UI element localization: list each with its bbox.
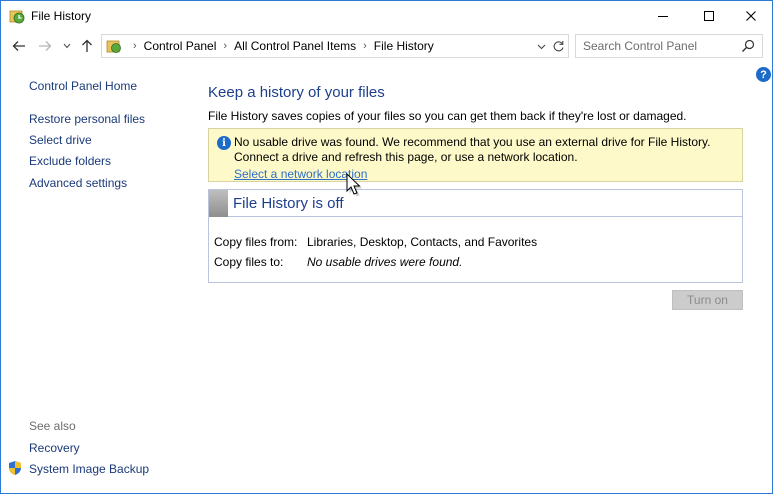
navigation-bar: › Control Panel › All Control Panel Item…	[1, 32, 772, 60]
sidebar-item-select-drive[interactable]: Select drive	[29, 133, 92, 147]
see-also-heading: See also	[29, 419, 76, 433]
breadcrumb-separator-icon: ›	[363, 40, 367, 52]
breadcrumb-separator-icon: ›	[133, 40, 137, 52]
close-button[interactable]	[729, 1, 772, 31]
breadcrumb-control-panel[interactable]: Control Panel	[144, 39, 217, 53]
address-dropdown-button[interactable]	[534, 39, 548, 55]
control-panel-icon	[106, 40, 121, 53]
minimize-icon	[658, 16, 668, 17]
refresh-button[interactable]	[550, 38, 566, 54]
maximize-button[interactable]	[687, 1, 731, 31]
search-icon[interactable]	[740, 38, 756, 54]
chevron-down-icon	[537, 44, 545, 50]
no-drive-warning: i No usable drive was found. We recommen…	[208, 128, 743, 182]
breadcrumb-all-items[interactable]: All Control Panel Items	[234, 39, 356, 53]
refresh-icon	[553, 40, 564, 51]
sidebar: Control Panel Home Restore personal file…	[1, 61, 191, 493]
sidebar-item-restore-personal-files[interactable]: Restore personal files	[29, 112, 145, 126]
copy-to-value: No usable drives were found.	[307, 255, 463, 269]
up-button[interactable]	[77, 36, 97, 56]
status-indicator	[209, 190, 228, 217]
close-icon	[746, 11, 756, 21]
window-title: File History	[31, 9, 92, 23]
address-bar[interactable]: › Control Panel › All Control Panel Item…	[101, 34, 569, 58]
forward-button[interactable]	[35, 36, 55, 56]
maximize-icon	[704, 11, 714, 21]
status-title: File History is off	[233, 195, 344, 212]
page-description: File History saves copies of your files …	[208, 109, 687, 123]
chevron-down-icon	[63, 43, 71, 49]
back-button[interactable]	[9, 36, 29, 56]
status-header: File History is off	[209, 190, 742, 217]
copy-to-label: Copy files to:	[214, 255, 284, 269]
title-bar: File History	[1, 1, 772, 31]
breadcrumb-file-history[interactable]: File History	[374, 39, 434, 53]
back-arrow-icon	[12, 41, 25, 51]
page-title: Keep a history of your files	[208, 84, 385, 101]
status-panel: File History is off Copy files from: Lib…	[208, 189, 743, 283]
minimize-button[interactable]	[641, 1, 685, 31]
warning-message: No usable drive was found. We recommend …	[234, 135, 711, 164]
shield-icon	[9, 461, 21, 475]
info-icon: i	[217, 136, 231, 150]
mouse-cursor-icon	[346, 172, 362, 197]
sidebar-item-exclude-folders[interactable]: Exclude folders	[29, 154, 111, 168]
search-input[interactable]	[576, 35, 736, 57]
breadcrumb: › Control Panel › All Control Panel Item…	[126, 39, 434, 53]
forward-arrow-icon	[39, 41, 52, 51]
recent-locations-button[interactable]	[61, 36, 73, 56]
copy-from-label: Copy files from:	[214, 235, 298, 249]
turn-on-button[interactable]: Turn on	[672, 290, 743, 310]
copy-from-value: Libraries, Desktop, Contacts, and Favori…	[307, 235, 538, 249]
up-arrow-icon	[82, 39, 92, 52]
help-icon[interactable]: ?	[756, 67, 771, 82]
sidebar-item-advanced-settings[interactable]: Advanced settings	[29, 176, 127, 190]
breadcrumb-separator-icon: ›	[223, 40, 228, 52]
search-box[interactable]	[575, 34, 763, 58]
file-history-window: File History › Control Panel › All Contr…	[0, 0, 773, 494]
sidebar-item-recovery[interactable]: Recovery	[29, 441, 80, 455]
sidebar-item-system-image-backup[interactable]: System Image Backup	[29, 462, 149, 476]
file-history-icon	[9, 10, 25, 24]
sidebar-item-control-panel-home[interactable]: Control Panel Home	[29, 79, 137, 93]
